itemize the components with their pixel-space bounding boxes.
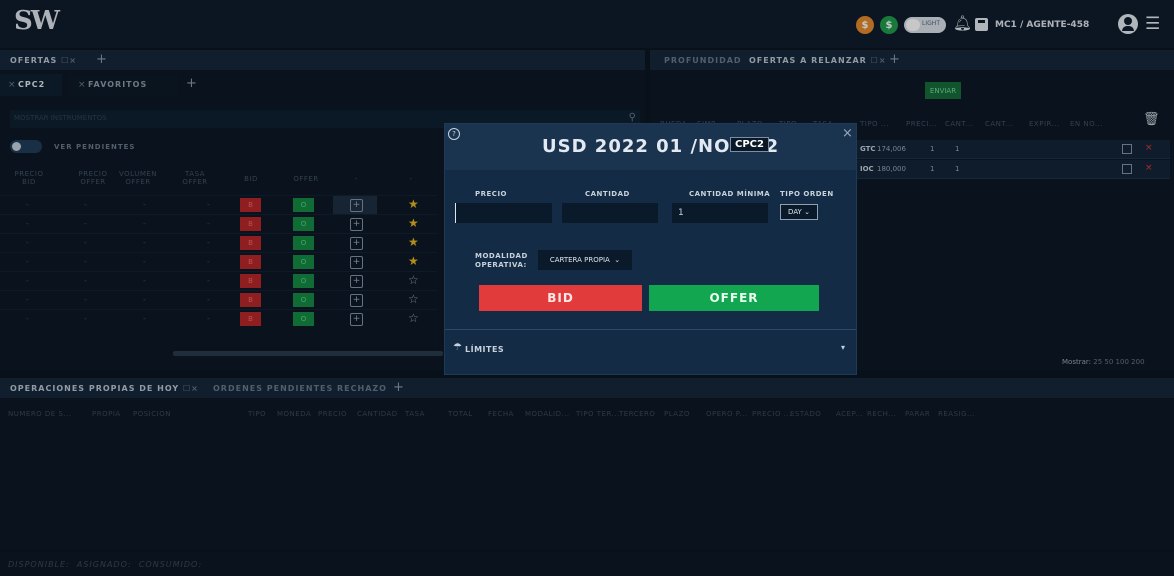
limits-caret-icon[interactable]: ▾ [841,343,845,352]
instrument-badge: CPC2 [730,137,769,152]
order-modal: ? USD 2022 01 /NOV 22 CPC2 × PRECIO CANT… [444,123,857,375]
help-icon[interactable]: ? [448,128,460,140]
cantidad-label: CANTIDAD [585,190,630,198]
tipo-orden-label: TIPO ORDEN [780,190,834,198]
modal-divider [445,329,856,330]
close-icon[interactable]: × [842,126,853,141]
modalidad-select[interactable]: CARTERA PROPIA ⌄ [538,250,632,270]
chevron-down-icon: ⌄ [614,256,621,264]
limits-label[interactable]: LÍMITES [465,345,504,354]
cantidad-minima-input[interactable]: 1 [672,203,768,223]
precio-input[interactable] [455,203,552,223]
chevron-down-icon: ⌄ [804,208,810,216]
modalidad-label: MODALIDAD OPERATIVA: [475,252,528,269]
cantidad-input[interactable] [562,203,658,223]
umbrella-icon: ☂ [453,342,462,353]
tipo-orden-select[interactable]: DAY ⌄ [780,204,818,220]
bid-button[interactable]: BID [479,285,642,311]
precio-label: PRECIO [475,190,507,198]
offer-button[interactable]: OFFER [649,285,819,311]
cantidad-minima-label: CANTIDAD MÍNIMA [689,190,771,198]
